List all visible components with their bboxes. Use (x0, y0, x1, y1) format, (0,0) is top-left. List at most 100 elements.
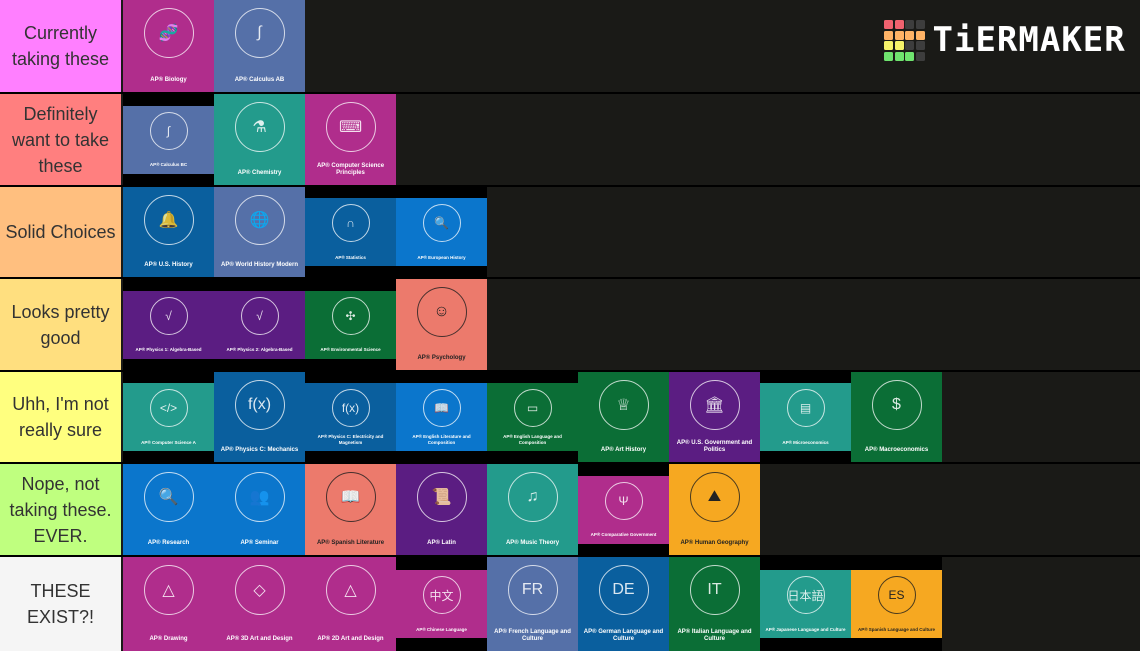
tier-items: √ AP® Physics 1: Algebra-Based √ AP® Physic… (123, 279, 487, 370)
logo-grid-cell (915, 20, 925, 29)
liberty-bell-icon: 🔔 (143, 195, 194, 245)
tiermaker-logo[interactable]: TiERMAKER (884, 20, 1126, 61)
tier-item[interactable]: √ AP® Physics 1: Algebra-Based (123, 279, 214, 370)
tier-label[interactable]: Definitely want to take these (0, 94, 123, 185)
tier-item[interactable]: ⌨ AP® Computer Science Principles (305, 94, 396, 185)
course-caption: AP® Spanish Language and Culture (857, 626, 936, 632)
tier-item[interactable]: 🏛 AP® U.S. Government and Politics (669, 372, 760, 462)
tier-item[interactable]: ☺ AP® Psychology (396, 279, 487, 370)
course-caption: AP® Calculus AB (234, 77, 285, 83)
tier-item[interactable]: ▭ AP® English Language and Composition (487, 372, 578, 462)
tiermaker-wordmark: TiERMAKER (932, 20, 1126, 61)
course-caption: AP® German Language and Culture (583, 629, 664, 642)
course-card: ✣ AP® Environmental Science (305, 290, 396, 359)
windmill-icon: ✣ (331, 296, 370, 335)
course-card: IT AP® Italian Language and Culture (669, 557, 760, 651)
tier-item[interactable]: f(x) AP® Physics C: Electricity and Magne… (305, 372, 396, 462)
tier-item[interactable]: √ AP® Physics 2: Algebra-Based (214, 279, 305, 370)
tier-label[interactable]: Looks pretty good (0, 279, 123, 370)
icon-glyph: √ (165, 308, 172, 323)
tier-label[interactable]: Solid Choices (0, 187, 123, 277)
tier-item[interactable]: ES AP® Spanish Language and Culture (851, 557, 942, 651)
tier-row: Nope, not taking these. EVER. 🔍 AP® Resea… (0, 464, 1140, 555)
tier-item[interactable]: ∫ AP® Calculus AB (214, 0, 305, 92)
tier-item[interactable]: ◇ AP® 3D Art and Design (214, 557, 305, 651)
tier-item[interactable]: IT AP® Italian Language and Culture (669, 557, 760, 651)
deutsch-crest-icon: DE (598, 565, 649, 615)
tier-item[interactable]: FR AP® French Language and Culture (487, 557, 578, 651)
research-icon: 🔍 (143, 472, 194, 522)
tier-item[interactable]: 中文 AP® Chinese Language (396, 557, 487, 651)
tier-item[interactable]: 📖 AP® Spanish Literature (305, 464, 396, 555)
tier-label[interactable]: THESE EXIST?! (0, 557, 123, 651)
course-caption: AP® Research (147, 540, 190, 546)
tier-item[interactable]: 🔍 AP® Research (123, 464, 214, 555)
tier-label[interactable]: Uhh, I'm not really sure (0, 372, 123, 462)
course-caption: AP® Computer Science Principles (316, 163, 385, 176)
tier-label[interactable]: Currently taking these (0, 0, 123, 92)
tier-item[interactable]: ▤ AP® Microeconomics (760, 372, 851, 462)
calculator-icon: ∫ (149, 111, 188, 150)
tier-item[interactable]: 👥 AP® Seminar (214, 464, 305, 555)
icon-glyph: 中文 (429, 588, 454, 603)
book-icon: 📖 (422, 389, 461, 427)
tier-item[interactable]: $ AP® Macroeconomics (851, 372, 942, 462)
course-card: 🌐 AP® World History Modern (214, 187, 305, 277)
tier-item[interactable]: 日本語 AP® Japanese Language and Culture (760, 557, 851, 651)
tier-item[interactable]: ♕ AP® Art History (578, 372, 669, 462)
tier-item[interactable]: ⚗ AP® Chemistry (214, 94, 305, 185)
icon-glyph: 🔔 (158, 212, 179, 229)
icon-glyph: 🔍 (158, 489, 179, 506)
tier-item[interactable]: △ AP® Drawing (123, 557, 214, 651)
tier-item[interactable]: </> AP® Computer Science A (123, 372, 214, 462)
course-card: 🧬 AP® Biology (123, 0, 214, 92)
icon-glyph: ⌨ (338, 119, 363, 136)
tier-item[interactable]: 📜 AP® Latin (396, 464, 487, 555)
tier-row: THESE EXIST?! △ AP® Drawing ◇ AP® 3D Art an… (0, 557, 1140, 651)
globe-money-icon: $ (871, 380, 922, 430)
icon-glyph: DE (612, 581, 635, 598)
tier-item[interactable]: ∫ AP® Calculus BC (123, 94, 214, 185)
bell-curve-icon: ∩ (331, 204, 370, 242)
course-caption: AP® Spanish Literature (316, 540, 385, 546)
tier-item[interactable]: 🧬 AP® Biology (123, 0, 214, 92)
tier-item[interactable]: ⛰ AP® Human Geography (669, 464, 760, 555)
course-caption: AP® Physics 1: Algebra-Based (135, 347, 202, 352)
icon-glyph: FR (521, 581, 544, 598)
course-card: 📜 AP® Latin (396, 464, 487, 555)
statue-icon: ♕ (598, 380, 649, 430)
tier-item[interactable]: ∩ AP® Statistics (305, 187, 396, 277)
tier-label[interactable]: Nope, not taking these. EVER. (0, 464, 123, 555)
tier-item[interactable]: f(x) AP® Physics C: Mechanics (214, 372, 305, 462)
tier-item[interactable]: 🔍 AP® European History (396, 187, 487, 277)
course-caption: AP® Art History (600, 447, 647, 453)
tier-item[interactable]: ✣ AP® Environmental Science (305, 279, 396, 370)
tier-item[interactable]: 🌐 AP® World History Modern (214, 187, 305, 277)
icon-glyph: 📜 (431, 489, 452, 506)
course-caption: AP® 2D Art and Design (317, 636, 384, 642)
tier-item[interactable]: ♫ AP® Music Theory (487, 464, 578, 555)
course-card: f(x) AP® Physics C: Mechanics (214, 372, 305, 462)
robot-arm-icon: f(x) (234, 380, 285, 430)
course-card: 📖 AP® English Literature and Composition (396, 383, 487, 451)
brain-head-icon: ☺ (416, 287, 467, 337)
tier-item[interactable]: DE AP® German Language and Culture (578, 557, 669, 651)
tier-items: 🧬 AP® Biology ∫ AP® Calculus AB (123, 0, 305, 92)
physics-icon: √ (240, 296, 279, 335)
logo-grid-cell (884, 51, 893, 61)
icon-glyph: △ (344, 582, 357, 599)
tier-item[interactable]: 📖 AP® English Literature and Composition (396, 372, 487, 462)
course-caption: AP® World History Modern (221, 262, 298, 268)
shop-chart-icon: ▤ (786, 389, 825, 427)
logo-grid-cell (894, 20, 904, 29)
tier-item[interactable]: Ψ AP® Comparative Government (578, 464, 669, 555)
tier-row: Uhh, I'm not really sure </> AP® Computer… (0, 372, 1140, 462)
course-caption: AP® Latin (427, 540, 456, 546)
tier-items: 🔍 AP® Research 👥 AP® Seminar 📖 AP® Spanish Li… (123, 464, 760, 555)
tier-item[interactable]: △ AP® 2D Art and Design (305, 557, 396, 651)
tier-item[interactable]: 🔔 AP® U.S. History (123, 187, 214, 277)
course-card: ∫ AP® Calculus BC (123, 105, 214, 174)
icon-glyph: f(x) (341, 401, 360, 415)
tier-items: 🔔 AP® U.S. History 🌐 AP® World History Mode… (123, 187, 487, 277)
triangle-hand-icon: △ (143, 565, 194, 615)
